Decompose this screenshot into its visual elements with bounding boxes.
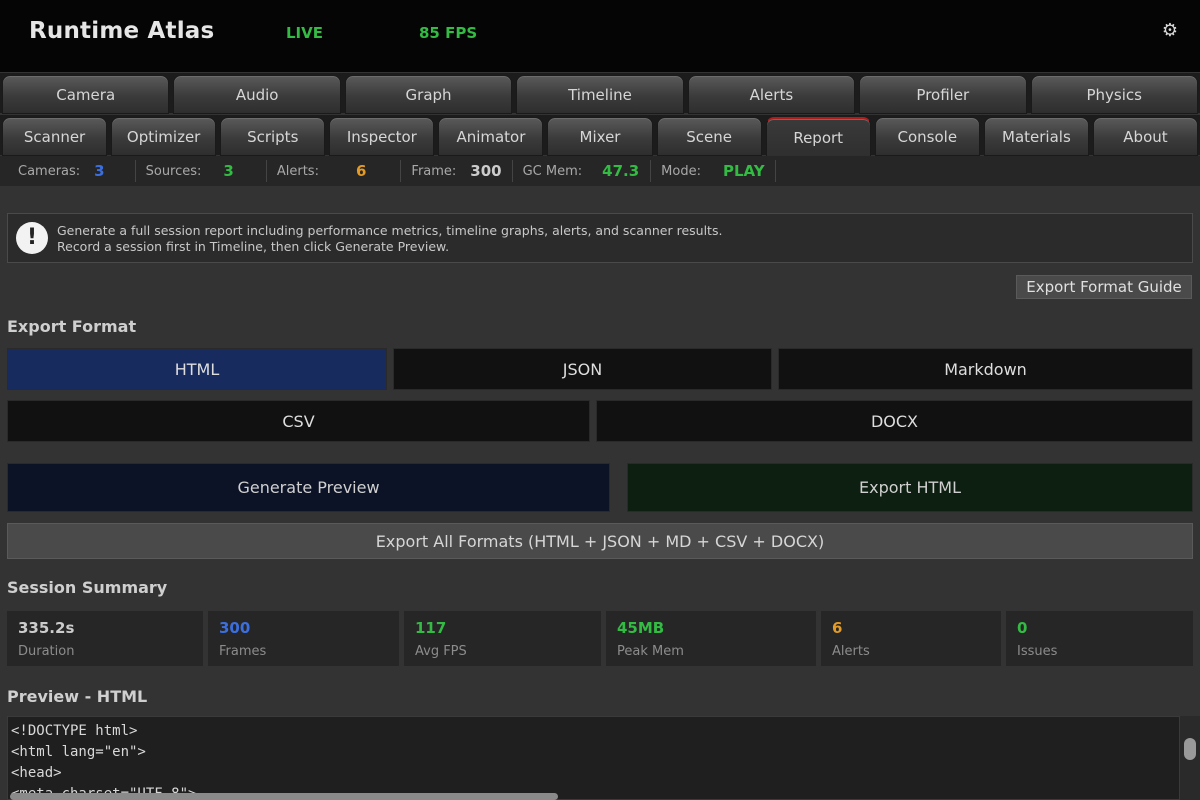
code-line: <html lang="en"> — [11, 744, 146, 760]
horizontal-scrollbar-thumb[interactable] — [10, 793, 558, 800]
info-line: Generate a full session report including… — [57, 223, 723, 238]
tab-animator[interactable]: Animator — [438, 117, 544, 156]
status-label: GC Mem: — [522, 163, 583, 179]
tab-audio[interactable]: Audio — [173, 75, 341, 114]
card-value: 117 — [415, 619, 447, 637]
format-markdown-button[interactable]: Markdown — [778, 348, 1193, 390]
summary-card-issues: 0 Issues — [1006, 611, 1193, 666]
status-frame: Frame: 300 — [401, 160, 513, 182]
export-all-formats-button[interactable]: Export All Formats (HTML + JSON + MD + C… — [7, 523, 1193, 559]
status-label: Alerts: — [276, 163, 319, 179]
info-line: Record a session first in Timeline, then… — [57, 239, 450, 254]
tab-optimizer[interactable]: Optimizer — [111, 117, 217, 156]
summary-card-frames: 300 Frames — [208, 611, 399, 666]
card-label: Avg FPS — [415, 644, 467, 659]
preview-code-area[interactable]: <!DOCTYPE html><html lang="en"><head><me… — [7, 716, 1180, 800]
session-summary-title: Session Summary — [7, 578, 168, 597]
tab-physics[interactable]: Physics — [1030, 75, 1198, 114]
status-label: Mode: — [661, 163, 701, 179]
card-label: Peak Mem — [617, 644, 684, 659]
app-title: Runtime Atlas — [29, 18, 215, 44]
tab-scene[interactable]: Scene — [656, 117, 762, 156]
format-json-button[interactable]: JSON — [393, 348, 772, 390]
format-docx-button[interactable]: DOCX — [596, 400, 1193, 442]
format-csv-button[interactable]: CSV — [7, 400, 590, 442]
card-value: 45MB — [617, 619, 665, 637]
status-value: 47.3M — [602, 162, 640, 180]
tab-profiler[interactable]: Profiler — [859, 75, 1027, 114]
tab-scanner[interactable]: Scanner — [2, 117, 108, 156]
tab-alerts[interactable]: Alerts — [687, 75, 856, 114]
tab-mixer[interactable]: Mixer — [547, 117, 653, 156]
status-label: Frame: — [411, 163, 457, 179]
status-value: PLAY — [722, 162, 765, 180]
card-label: Alerts — [832, 644, 870, 659]
tab-bar-primary: Camera Audio Graph Timeline Alerts Profi… — [0, 73, 1200, 114]
tab-bar-secondary: Scanner Optimizer Scripts Inspector Anim… — [0, 115, 1200, 157]
tab-timeline[interactable]: Timeline — [516, 75, 684, 114]
tab-report[interactable]: Report — [765, 117, 871, 157]
info-banner: ! Generate a full session report includi… — [7, 213, 1193, 263]
status-sources: Sources: 3 — [136, 160, 267, 182]
summary-card-avg-fps: 117 Avg FPS — [404, 611, 601, 666]
status-value: 3 — [94, 162, 105, 180]
summary-cards: 335.2s Duration 300 Frames 117 Avg FPS 4… — [7, 611, 1193, 666]
card-label: Duration — [18, 644, 75, 659]
info-text: Generate a full session report including… — [57, 223, 722, 255]
status-alerts: Alerts: 6 — [267, 160, 402, 182]
status-label: Cameras: — [18, 163, 81, 179]
tab-camera[interactable]: Camera — [2, 75, 170, 114]
status-value: 300 — [470, 162, 502, 180]
status-bar: Cameras: 3 Sources: 3 Alerts: 6 Frame: 3… — [0, 156, 1200, 186]
tab-about[interactable]: About — [1092, 117, 1199, 156]
status-gc-mem: GC Mem: 47.3M — [513, 160, 652, 182]
tab-scripts[interactable]: Scripts — [220, 117, 326, 156]
code-line: <head> — [11, 765, 62, 781]
preview-title: Preview - HTML — [7, 687, 148, 706]
card-label: Issues — [1017, 644, 1058, 659]
card-value: 6 — [832, 619, 843, 637]
status-label: Sources: — [145, 163, 202, 179]
summary-card-duration: 335.2s Duration — [7, 611, 203, 666]
summary-card-peak-mem: 45MB Peak Mem — [606, 611, 816, 666]
card-value: 0 — [1017, 619, 1028, 637]
code-line: <!DOCTYPE html> — [11, 723, 138, 739]
card-label: Frames — [219, 644, 267, 659]
fps-readout: 85 FPS — [419, 24, 478, 42]
scrollbar-thumb[interactable] — [1184, 738, 1196, 760]
tab-console[interactable]: Console — [874, 117, 980, 156]
app-header: Runtime Atlas LIVE 85 FPS ⚙ — [0, 0, 1200, 72]
status-mode: Mode: PLAY — [651, 160, 776, 182]
export-html-button[interactable]: Export HTML — [627, 463, 1193, 512]
export-format-guide-button[interactable]: Export Format Guide — [1016, 275, 1192, 299]
alert-icon: ! — [16, 222, 48, 254]
card-value: 335.2s — [18, 619, 75, 637]
live-indicator: LIVE — [286, 24, 323, 42]
status-cameras: Cameras: 3 — [0, 160, 136, 182]
export-format-title: Export Format — [7, 317, 137, 336]
format-html-button[interactable]: HTML — [7, 348, 387, 390]
gear-icon[interactable]: ⚙ — [1160, 20, 1180, 41]
tab-graph[interactable]: Graph — [344, 75, 513, 114]
generate-preview-button[interactable]: Generate Preview — [7, 463, 610, 512]
summary-card-alerts: 6 Alerts — [821, 611, 1001, 666]
vertical-scrollbar[interactable] — [1180, 716, 1200, 800]
status-value: 3 — [223, 162, 234, 180]
tab-materials[interactable]: Materials — [983, 117, 1089, 156]
card-value: 300 — [219, 619, 251, 637]
tab-inspector[interactable]: Inspector — [329, 117, 435, 156]
status-value: 6 — [355, 162, 367, 180]
